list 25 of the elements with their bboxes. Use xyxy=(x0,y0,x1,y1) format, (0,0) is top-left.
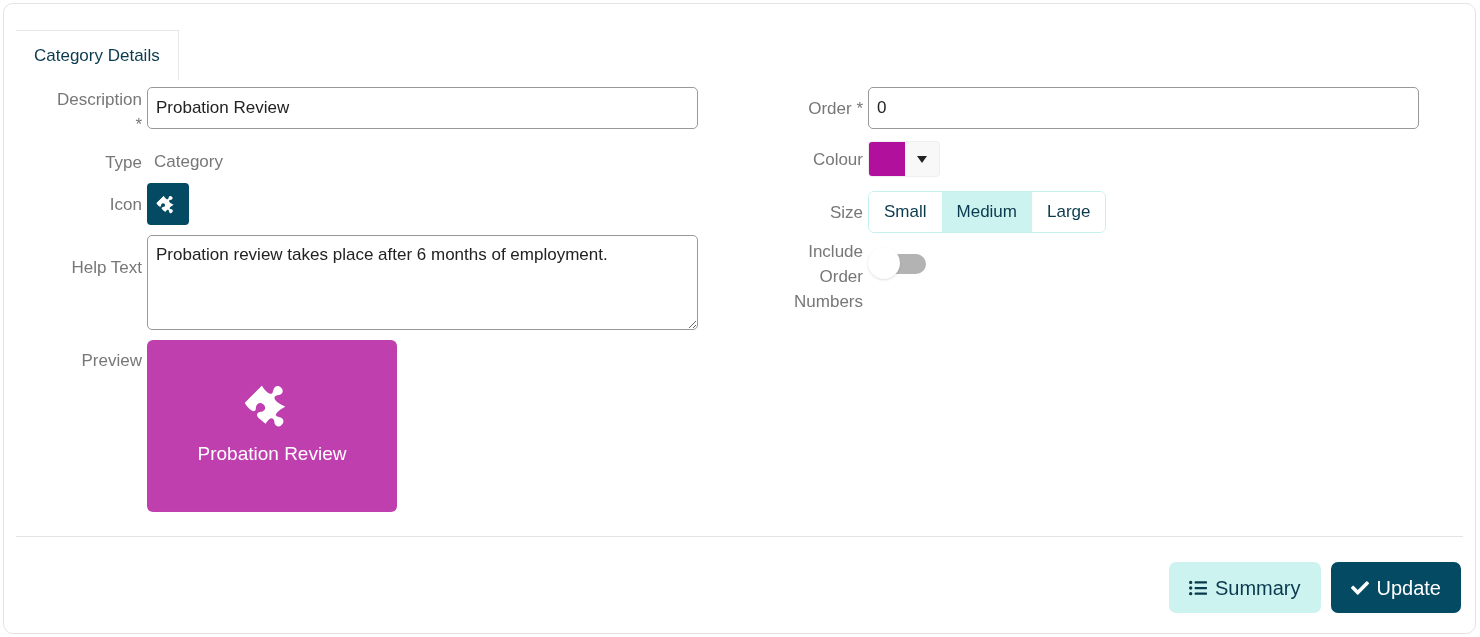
field-label: Icon xyxy=(109,193,142,216)
type-value: Category xyxy=(154,151,223,174)
field-label: Include Order Numbers xyxy=(793,241,863,313)
field-label: Size xyxy=(829,201,863,224)
size-option[interactable]: Medium xyxy=(941,192,1032,232)
include-order-numbers-switch[interactable] xyxy=(868,247,926,279)
check-icon xyxy=(1350,578,1369,597)
summary-button[interactable]: Summary xyxy=(1168,562,1321,613)
description-input[interactable]: Probation Review xyxy=(147,87,698,129)
tab[interactable]: Category Details xyxy=(16,30,179,80)
required-mark: * xyxy=(135,114,142,136)
field-label: Preview xyxy=(81,350,142,372)
colour-picker[interactable] xyxy=(868,141,940,177)
list-icon xyxy=(1188,578,1207,597)
preview-title: Probation Review xyxy=(197,441,347,466)
help-text-input[interactable]: Probation review takes place after 6 months of employment. xyxy=(147,235,698,330)
field-label: Help Text xyxy=(71,257,142,279)
update-button[interactable]: Update xyxy=(1330,562,1461,613)
order-input[interactable]: 0 xyxy=(868,87,1419,129)
field-label: Type xyxy=(105,151,142,174)
field-label: Order * xyxy=(808,97,863,120)
field-label: Description xyxy=(56,89,142,111)
caret-icon xyxy=(917,155,927,163)
icon-picker-button[interactable] xyxy=(147,183,189,225)
field-label: Colour xyxy=(812,148,863,171)
